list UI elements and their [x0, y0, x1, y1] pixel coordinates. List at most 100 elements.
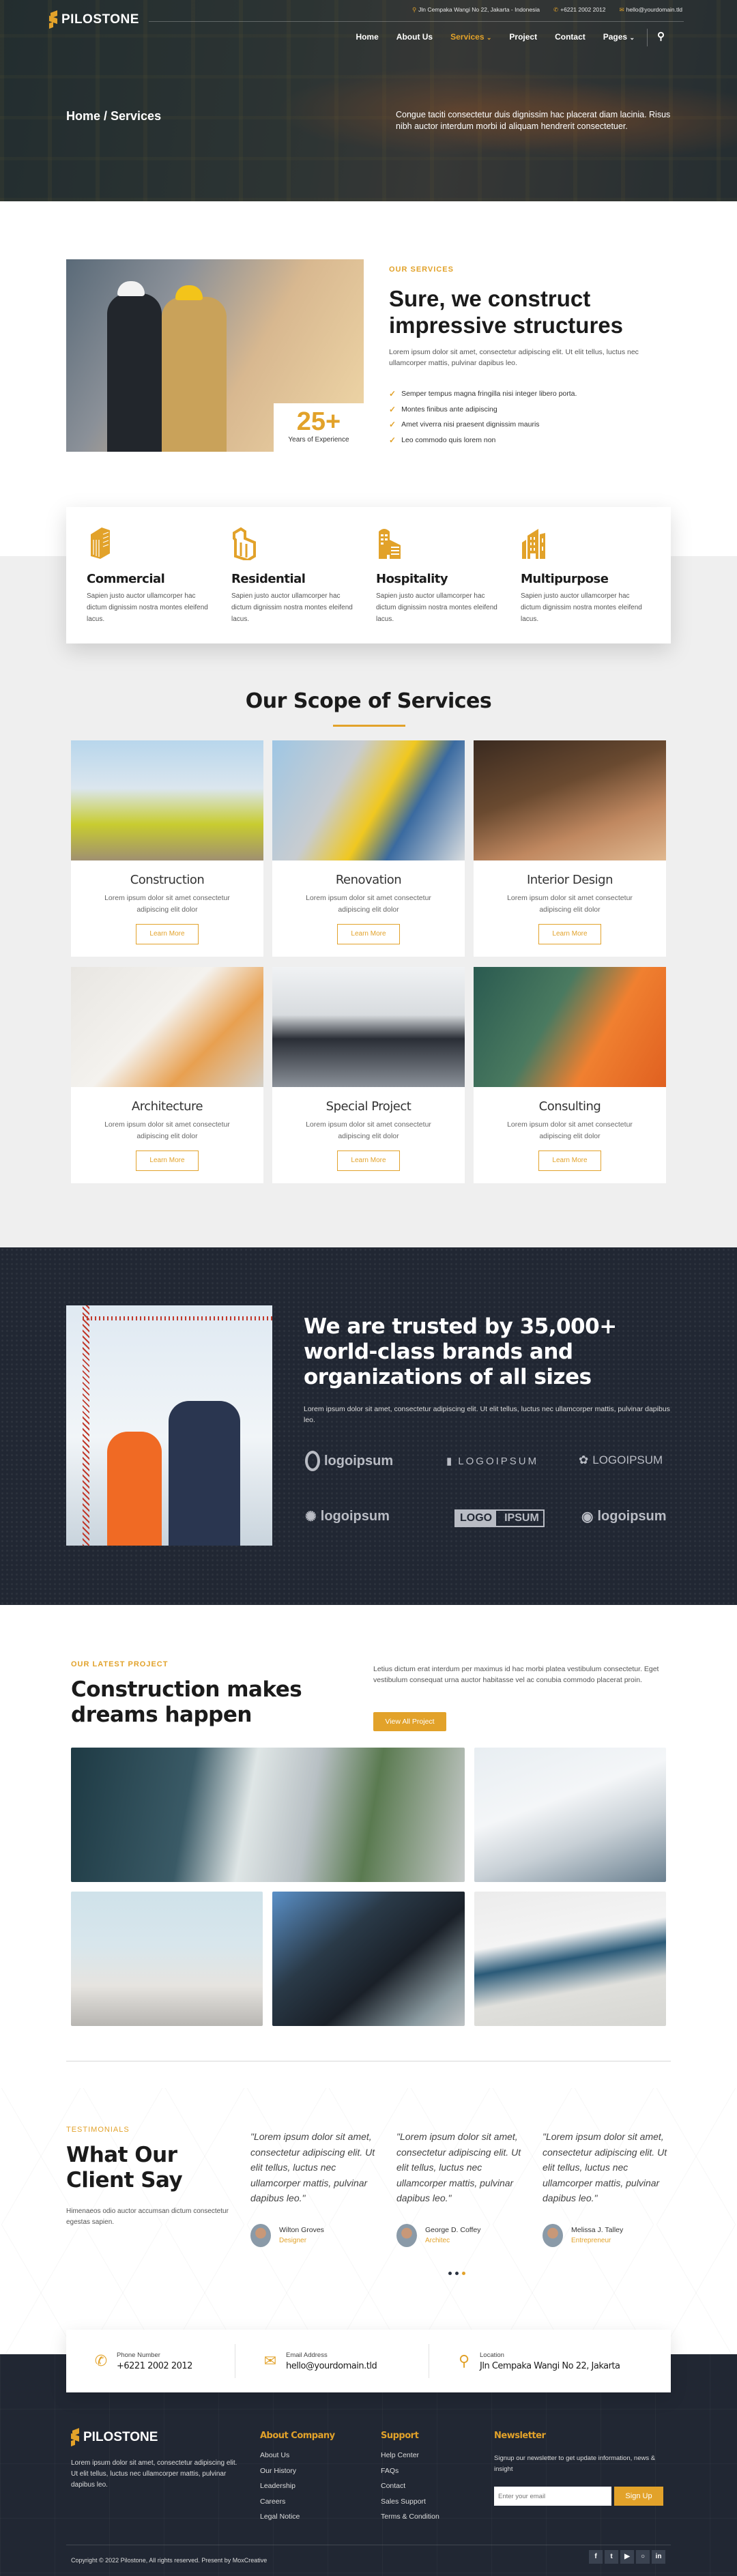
footer-support-links: Help Center FAQs Contact Sales Support T… [381, 2451, 439, 2528]
footer-link[interactable]: Legal Notice [260, 2513, 300, 2528]
footer-newsletter-title: Newsletter [494, 2431, 546, 2441]
footer-logo[interactable]: PILOSTONE [71, 2428, 158, 2447]
service-title: Architecture [131, 1099, 203, 1114]
avatar [250, 2223, 271, 2247]
social-links: f t ▶ ○ in [589, 2550, 665, 2564]
projects-eyebrow: OUR LATEST PROJECT [71, 1660, 169, 1668]
project-image[interactable] [71, 1748, 465, 1882]
footer-link[interactable]: Help Center [381, 2451, 439, 2467]
search-icon[interactable]: ⚲ [657, 30, 665, 42]
service-text: Lorem ipsum dolor sit amet consectetur a… [306, 894, 431, 914]
pagination-dot[interactable] [455, 2272, 459, 2275]
author-role: Entrepreneur [571, 2237, 611, 2244]
category-commercial: Commercial Sapien justo auctor ullamcorp… [87, 526, 231, 643]
learn-more-button[interactable]: Learn More [337, 1150, 400, 1171]
learn-more-button[interactable]: Learn More [136, 924, 199, 944]
pagination-dot[interactable] [448, 2272, 452, 2275]
check-icon: ✓ [389, 389, 396, 399]
service-text: Lorem ipsum dolor sit amet consectetur a… [306, 1120, 431, 1140]
footer-company-title: About Company [260, 2431, 335, 2441]
topbar-phone[interactable]: ✆ +6221 2002 2012 [553, 6, 606, 14]
projects-text: Letius dictum erat interdum per maximus … [373, 1665, 659, 1684]
pagination-dot-active[interactable] [462, 2272, 465, 2275]
check-icon: ✓ [389, 404, 396, 414]
nav-pages[interactable]: Pages ⌄ [603, 32, 635, 42]
hero-description: Congue taciti consectetur duis dignissim… [396, 110, 671, 131]
breadcrumb: Home / Services [66, 109, 162, 123]
testimonial-card: "Lorem ipsum dolor sit amet, consectetur… [543, 2129, 679, 2247]
chevron-down-icon: ⌄ [629, 34, 635, 41]
category-text: Sapien justo auctor ullamcorper hac dict… [376, 592, 497, 623]
twitter-icon[interactable]: t [605, 2550, 618, 2564]
linkedin-icon[interactable]: in [652, 2550, 665, 2564]
project-image[interactable] [71, 1892, 263, 2026]
testimonial-author: George D. Coffey Architec [396, 2223, 533, 2247]
contact-location: ⚲ Location Jln Cempaka Wangi No 22, Jakar… [429, 2344, 620, 2378]
main-nav: Home About Us Services ⌄ Project Contact… [356, 32, 635, 42]
site-logo[interactable]: PILOSTONE [49, 10, 139, 29]
hero-banner: PILOSTONE ⚲ Jln Cempaka Wangi No 22, Jaka… [0, 0, 737, 201]
testimonial-card: "Lorem ipsum dolor sit amet, consectetur… [396, 2129, 533, 2247]
service-text: Lorem ipsum dolor sit amet consectetur a… [507, 1120, 633, 1140]
testimonial-quote: "Lorem ipsum dolor sit amet, consectetur… [396, 2131, 521, 2203]
feature-item: ✓ Montes finibus ante adipiscing [389, 404, 497, 414]
trust-image [66, 1305, 272, 1546]
copyright: Copyright © 2022 Pilostone, All rights r… [71, 2557, 268, 2564]
project-image[interactable] [272, 1892, 465, 2026]
footer-link[interactable]: Contact [381, 2482, 439, 2498]
author-role: Designer [279, 2237, 307, 2244]
learn-more-button[interactable]: Learn More [136, 1150, 199, 1171]
facebook-icon[interactable]: f [589, 2550, 603, 2564]
nav-project[interactable]: Project [509, 32, 537, 42]
author-name: George D. Coffey [425, 2226, 481, 2234]
city-buildings-icon [522, 529, 545, 559]
newsletter-email-input[interactable] [494, 2487, 611, 2506]
footer-link[interactable]: Terms & Condition [381, 2513, 439, 2528]
sign-up-button[interactable]: Sign Up [614, 2487, 663, 2506]
category-title: Commercial [87, 572, 165, 586]
nav-contact[interactable]: Contact [555, 32, 586, 42]
partner-logo: ◉ logoipsum [581, 1509, 667, 1524]
nav-about-us[interactable]: About Us [396, 32, 433, 42]
projects-title: Construction makes dreams happen [71, 1677, 302, 1727]
testimonial-author: Melissa J. Talley Entrepreneur [543, 2223, 679, 2247]
check-icon: ✓ [389, 435, 396, 445]
experience-number: 25+ [296, 407, 341, 436]
phone-icon: ✆ [553, 6, 559, 13]
feature-item: ✓ Amet viverra nisi praesent dignissim ma… [389, 420, 540, 430]
instagram-icon[interactable]: ○ [636, 2550, 650, 2564]
project-image[interactable] [474, 1892, 666, 2026]
service-image [272, 740, 465, 860]
logo-spiral-icon: ◉ [581, 1509, 594, 1524]
experience-label: Years of Experience [288, 436, 349, 444]
author-name: Wilton Groves [279, 2226, 324, 2234]
learn-more-button[interactable]: Learn More [538, 1150, 601, 1171]
footer-link[interactable]: Our History [260, 2467, 300, 2483]
footer-link[interactable]: FAQs [381, 2467, 439, 2483]
service-title: Special Project [326, 1099, 411, 1114]
footer-link[interactable]: Sales Support [381, 2498, 439, 2513]
service-image [71, 740, 263, 860]
avatar [396, 2223, 417, 2247]
title-underline [333, 725, 405, 727]
phone-icon: ✆ [94, 2352, 108, 2369]
project-image[interactable] [474, 1748, 666, 1882]
view-all-project-button[interactable]: View All Project [373, 1712, 446, 1731]
learn-more-button[interactable]: Learn More [538, 924, 601, 944]
trust-text: Lorem ipsum dolor sit amet, consectetur … [304, 1405, 670, 1424]
nav-home[interactable]: Home [356, 32, 378, 42]
testimonial-quote: "Lorem ipsum dolor sit amet, consectetur… [250, 2131, 375, 2203]
youtube-icon[interactable]: ▶ [620, 2550, 634, 2564]
about-feature-list: ✓ Semper tempus magna fringilla nisi inte… [389, 386, 577, 448]
nav-services[interactable]: Services ⌄ [450, 32, 491, 42]
footer-link[interactable]: About Us [260, 2451, 300, 2467]
topbar-email[interactable]: ✉ hello@yourdomain.tld [620, 6, 682, 14]
learn-more-button[interactable]: Learn More [337, 924, 400, 944]
footer-link[interactable]: Careers [260, 2498, 300, 2513]
check-icon: ✓ [389, 420, 396, 430]
footer-link[interactable]: Leadership [260, 2482, 300, 2498]
category-multipurpose: Multipurpose Sapien justo auctor ullamco… [521, 526, 665, 643]
feature-item: ✓ Semper tempus magna fringilla nisi inte… [389, 389, 577, 399]
footer-about: Lorem ipsum dolor sit amet, consectetur … [71, 2459, 237, 2489]
testimonials-text: Himenaeos odio auctor accumsan dictum co… [66, 2208, 229, 2226]
